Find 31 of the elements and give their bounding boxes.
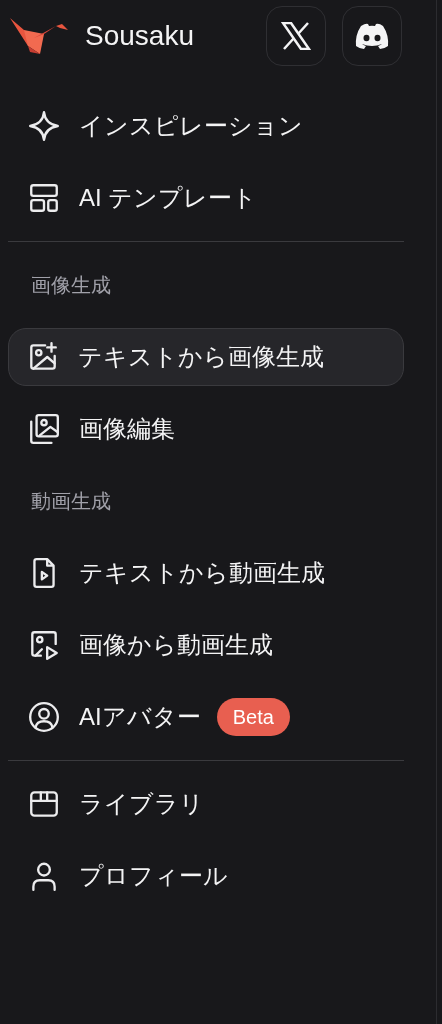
x-logo-icon — [281, 22, 311, 50]
discord-logo-icon — [354, 22, 390, 50]
layout-icon — [27, 181, 61, 215]
nav-item[interactable]: テキストから画像生成 — [8, 328, 404, 386]
x-button[interactable] — [266, 6, 326, 66]
nav-item[interactable]: 画像編集 — [8, 400, 404, 458]
nav-label: インスピレーション — [79, 111, 303, 141]
beta-badge: Beta — [216, 698, 290, 736]
nav-item[interactable]: 画像から動画生成 — [8, 616, 404, 674]
section-heading: 動画生成 — [31, 489, 111, 514]
nav-item[interactable]: ライブラリ — [8, 775, 404, 833]
discord-button[interactable] — [342, 6, 402, 66]
user-circle-icon — [27, 700, 61, 734]
nav-label: 画像から動画生成 — [79, 630, 273, 660]
nav-label: プロフィール — [79, 861, 228, 891]
nav-item[interactable]: AI テンプレート — [8, 169, 404, 227]
section-heading: 画像生成 — [31, 273, 111, 298]
sparkle-icon — [27, 109, 61, 143]
nav-item[interactable]: AIアバター Beta — [8, 688, 404, 746]
nav-label: 画像編集 — [79, 414, 175, 444]
crane-logo-icon — [10, 16, 68, 56]
nav-label: ライブラリ — [79, 789, 204, 819]
nav-item[interactable]: インスピレーション — [8, 97, 404, 155]
nav-label: AIアバター — [79, 702, 201, 732]
nav-label: テキストから動画生成 — [79, 558, 325, 588]
images-icon — [27, 412, 61, 446]
nav-label: AI テンプレート — [79, 183, 258, 213]
brand-name: Sousaku — [85, 19, 194, 53]
nav-item[interactable]: テキストから動画生成 — [8, 544, 404, 602]
nav-item[interactable]: プロフィール — [8, 847, 404, 905]
nav-label: テキストから画像生成 — [78, 342, 324, 372]
